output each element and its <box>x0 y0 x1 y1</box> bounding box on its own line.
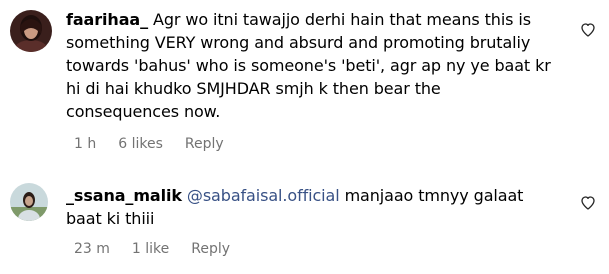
comment-text: _ssana_malik @sabafaisal.official manjaa… <box>66 184 556 230</box>
reply-button[interactable]: Reply <box>191 241 230 257</box>
heart-outline-icon[interactable] <box>580 195 596 211</box>
avatar[interactable] <box>10 10 52 52</box>
avatar[interactable] <box>10 183 48 221</box>
comment-username[interactable]: faarihaa_ <box>66 10 148 29</box>
reply-button[interactable]: Reply <box>185 136 224 152</box>
comment-time: 23 m <box>74 241 110 257</box>
comment-likes[interactable]: 1 like <box>132 241 169 257</box>
comment-username[interactable]: _ssana_malik <box>66 186 182 205</box>
comment-item: _ssana_malik @sabafaisal.official manjaa… <box>0 170 609 274</box>
heart-outline-icon[interactable] <box>580 22 596 38</box>
comment-text: faarihaa_ Agr wo itni tawajjo derhi hain… <box>66 8 556 123</box>
comment-meta: 1 h 6 likes Reply <box>74 135 246 153</box>
comment-time: 1 h <box>74 136 97 152</box>
comment-item: faarihaa_ Agr wo itni tawajjo derhi hain… <box>0 0 609 160</box>
comment-likes[interactable]: 6 likes <box>118 136 163 152</box>
comment-meta: 23 m 1 like Reply <box>74 240 252 258</box>
mention-link[interactable]: @sabafaisal.official <box>187 186 340 205</box>
